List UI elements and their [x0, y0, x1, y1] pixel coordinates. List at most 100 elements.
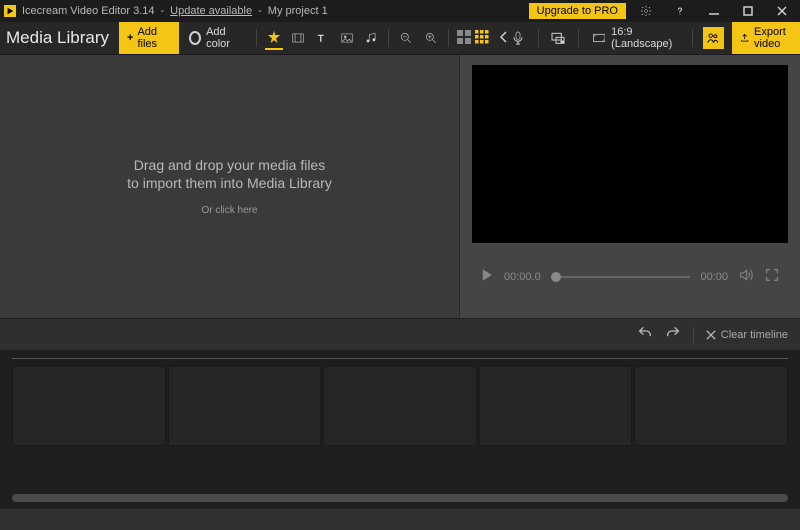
clear-timeline-label: Clear timeline: [721, 329, 788, 341]
add-files-button[interactable]: + Add files: [119, 22, 179, 54]
timeline-track[interactable]: [12, 366, 788, 446]
seek-bar[interactable]: [551, 276, 691, 278]
separator: [388, 29, 389, 47]
separator: [448, 29, 449, 47]
app-logo: [4, 5, 16, 17]
undo-icon: [637, 325, 653, 341]
zoom-out-icon: [399, 31, 413, 45]
aspect-ratio-button[interactable]: 16:9 (Landscape): [589, 26, 683, 50]
project-name: My project 1: [268, 5, 328, 17]
image-tab[interactable]: [338, 26, 356, 50]
text-tab[interactable]: T: [313, 26, 331, 50]
drop-text-1: Drag and drop your media files: [134, 157, 325, 173]
timeline-header: Clear timeline: [0, 318, 800, 350]
screen-record-button[interactable]: [549, 26, 568, 50]
volume-icon: [738, 267, 754, 283]
grid-large-icon: [457, 30, 471, 44]
settings-button[interactable]: [632, 0, 660, 22]
fullscreen-icon: [764, 267, 780, 283]
timeline-slot[interactable]: [634, 366, 788, 446]
svg-text:T: T: [318, 34, 324, 44]
clear-timeline-button[interactable]: Clear timeline: [706, 329, 788, 341]
timeline-slot[interactable]: [323, 366, 477, 446]
aspect-label: 16:9 (Landscape): [611, 26, 678, 50]
title-bar: Icecream Video Editor 3.14 - Update avai…: [0, 0, 800, 22]
small-thumbs-button[interactable]: [475, 30, 489, 47]
close-icon: [776, 5, 788, 17]
update-link[interactable]: Update available: [170, 5, 252, 17]
timeline-scroll-thumb[interactable]: [12, 494, 788, 502]
add-files-label: Add files: [137, 26, 171, 50]
export-icon: [740, 32, 749, 44]
drop-text-2: to import them into Media Library: [127, 175, 332, 191]
export-label: Export video: [754, 26, 800, 50]
text-icon: T: [315, 31, 329, 45]
close-button[interactable]: [768, 0, 796, 22]
media-drop-zone[interactable]: Drag and drop your media files to import…: [0, 55, 460, 318]
minimize-icon: [708, 5, 720, 17]
upgrade-pro-button[interactable]: Upgrade to PRO: [529, 3, 626, 19]
minimize-button[interactable]: [700, 0, 728, 22]
maximize-icon: [742, 5, 754, 17]
play-button[interactable]: [480, 268, 494, 285]
film-icon: [291, 31, 305, 45]
separator: [693, 327, 694, 343]
collapse-panel-button[interactable]: [499, 31, 509, 46]
timeline-scrollbar[interactable]: [12, 494, 788, 502]
audio-tab[interactable]: [362, 26, 380, 50]
voiceover-button[interactable]: [509, 26, 528, 50]
overlay-icon: [550, 30, 566, 46]
large-thumbs-button[interactable]: [457, 30, 471, 47]
help-icon: [674, 5, 686, 17]
title-separator-1: -: [160, 5, 164, 17]
add-color-label: Add color: [206, 26, 244, 50]
zoom-in-icon: [424, 31, 438, 45]
undo-button[interactable]: [637, 325, 653, 344]
play-icon: [480, 268, 494, 282]
duration: 00:00: [700, 271, 728, 283]
microphone-icon: [510, 30, 526, 46]
image-icon: [340, 31, 354, 45]
timeline-slot[interactable]: [168, 366, 322, 446]
app-title: Icecream Video Editor 3.14: [22, 5, 154, 17]
preview-canvas[interactable]: [472, 65, 788, 243]
people-icon: [706, 31, 720, 45]
player-controls: 00:00.0 00:00: [460, 243, 800, 286]
main-toolbar: Media Library + Add files Add color T: [0, 22, 800, 55]
preview-quality-button[interactable]: [703, 27, 724, 49]
separator: [538, 29, 539, 47]
title-separator-2: -: [258, 5, 262, 17]
main-area: Drag and drop your media files to import…: [0, 55, 800, 318]
separator: [256, 29, 257, 47]
chevron-left-icon: [499, 31, 509, 43]
drop-text-3: Or click here: [201, 205, 257, 216]
seek-thumb[interactable]: [551, 272, 561, 282]
timeline-ruler[interactable]: [12, 358, 788, 362]
star-icon: [267, 30, 281, 44]
volume-button[interactable]: [738, 267, 754, 286]
export-button[interactable]: Export video: [732, 22, 800, 54]
zoom-out-button[interactable]: [397, 26, 415, 50]
transitions-tab[interactable]: [265, 26, 283, 50]
video-tab[interactable]: [289, 26, 307, 50]
preview-pane: 00:00.0 00:00: [460, 55, 800, 318]
color-wheel-icon: [189, 31, 201, 45]
timeline-slot[interactable]: [479, 366, 633, 446]
zoom-in-button[interactable]: [422, 26, 440, 50]
help-button[interactable]: [666, 0, 694, 22]
separator: [692, 29, 693, 47]
library-title: Media Library: [6, 28, 109, 48]
redo-button[interactable]: [665, 325, 681, 344]
separator: [578, 29, 579, 47]
status-bar: [0, 508, 800, 530]
gear-icon: [640, 5, 652, 17]
timeline-slot[interactable]: [12, 366, 166, 446]
aspect-icon: [593, 32, 606, 44]
music-icon: [364, 31, 378, 45]
fullscreen-button[interactable]: [764, 267, 780, 286]
grid-small-icon: [475, 30, 489, 44]
timeline[interactable]: [0, 350, 800, 508]
plus-icon: +: [127, 32, 133, 44]
add-color-button[interactable]: Add color: [185, 26, 248, 50]
maximize-button[interactable]: [734, 0, 762, 22]
